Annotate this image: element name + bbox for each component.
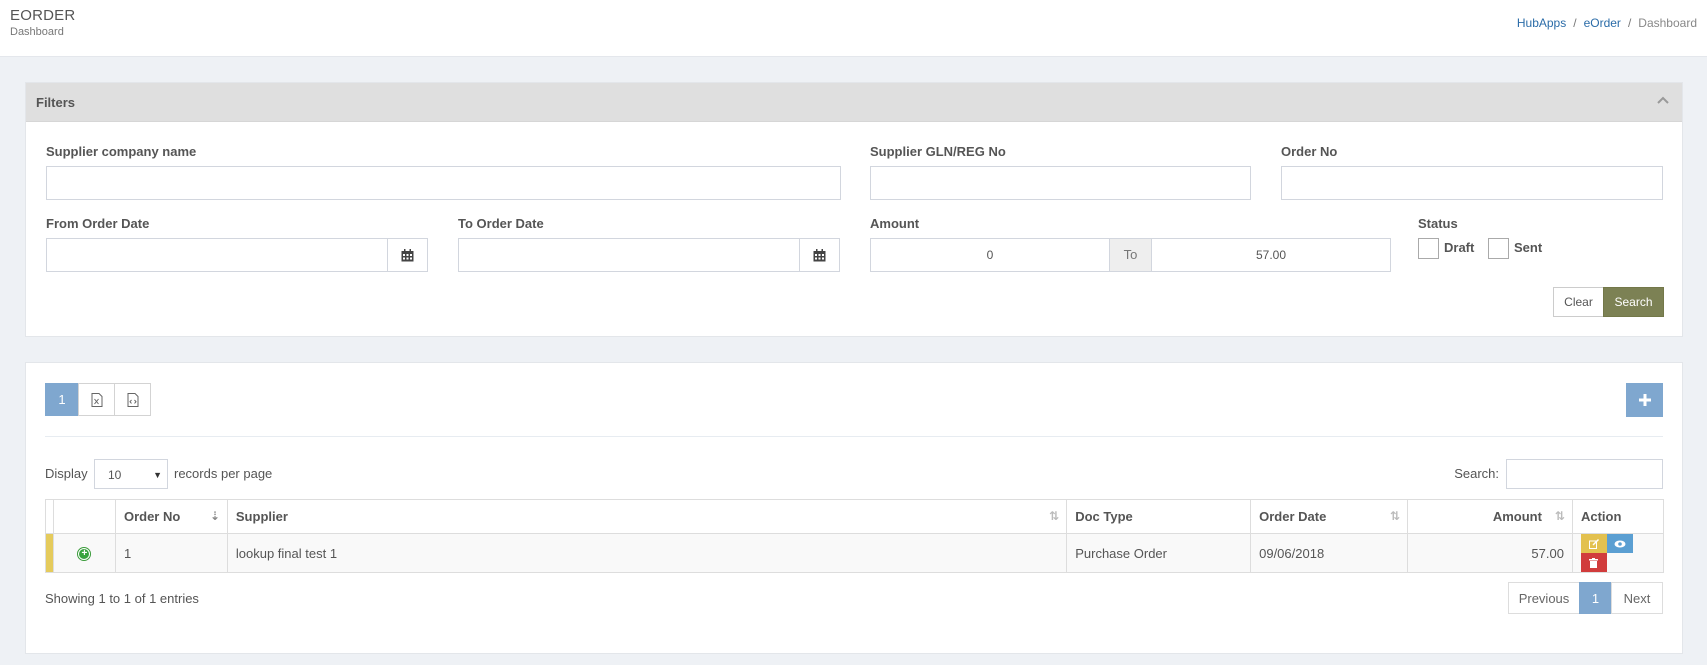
results-panel: 1 Display 10 ▼ records per page Search: … [25, 362, 1683, 654]
top-bar: EORDER Dashboard HubApps / eOrder / Dash… [0, 0, 1707, 57]
breadcrumb-current: Dashboard [1638, 16, 1697, 30]
page-number-button[interactable]: 1 [45, 383, 79, 416]
excel-file-icon[interactable] [78, 383, 115, 416]
order-no-label: Order No [1281, 144, 1338, 159]
status-sent-label: Sent [1514, 240, 1543, 255]
edit-icon[interactable] [1580, 534, 1607, 553]
previous-page-button[interactable]: Previous [1508, 582, 1580, 614]
column-action: Action [1571, 499, 1665, 534]
sort-icon[interactable]: ⇅ [1390, 509, 1400, 523]
marker-header [45, 499, 54, 534]
status-sent-checkbox[interactable] [1488, 238, 1509, 259]
chevron-up-icon[interactable] [1654, 92, 1672, 110]
column-order-no-label: Order No [123, 509, 181, 524]
table-row: + 1 lookup final test 1 Purchase Order 0… [45, 533, 1665, 573]
code-file-icon[interactable] [114, 383, 151, 416]
column-order-date-label: Order Date [1259, 509, 1327, 524]
column-doc-type-label: Doc Type [1075, 509, 1133, 524]
app-subtitle: Dashboard [10, 26, 64, 38]
status-label: Status [1418, 216, 1458, 231]
cell-order-no: 1 [114, 533, 228, 573]
sort-desc-icon[interactable]: ⇣ [210, 509, 220, 523]
plus-icon[interactable] [1626, 383, 1663, 417]
table-search-input[interactable] [1506, 459, 1663, 489]
display-label: Display [45, 466, 88, 481]
status-draft-checkbox[interactable] [1418, 238, 1439, 259]
expand-row-icon[interactable]: + [77, 546, 92, 561]
supplier-gln-label: Supplier GLN/REG No [870, 144, 1006, 159]
search-button[interactable]: Search [1603, 287, 1664, 317]
column-supplier-label: Supplier [235, 509, 288, 524]
records-per-page-value: 10 [108, 468, 122, 482]
pagination: Previous 1 Next [1508, 582, 1663, 614]
expand-header [52, 499, 116, 534]
column-order-no[interactable]: Order No ⇣ [114, 499, 228, 534]
status-draft-label: Draft [1444, 240, 1475, 255]
table-header-row: Order No ⇣ Supplier ⇅ Doc Type Order Dat… [45, 499, 1665, 534]
breadcrumb-separator: / [1627, 16, 1632, 30]
filters-panel: Filters Supplier company name Supplier G… [25, 82, 1683, 337]
column-order-date[interactable]: Order Date ⇅ [1250, 499, 1409, 534]
breadcrumb-hubapps[interactable]: HubApps [1517, 16, 1566, 30]
column-amount-label: Amount [1492, 509, 1542, 524]
row-status-marker [45, 533, 54, 573]
calendar-icon[interactable] [388, 238, 428, 272]
divider [45, 436, 1663, 437]
cell-order-date: 09/06/2018 [1250, 533, 1409, 573]
column-doc-type: Doc Type [1066, 499, 1252, 534]
next-page-button[interactable]: Next [1611, 582, 1663, 614]
sort-icon[interactable]: ⇅ [1049, 509, 1059, 523]
from-date-label: From Order Date [46, 216, 150, 231]
order-no-input[interactable] [1281, 166, 1663, 200]
calendar-icon[interactable] [800, 238, 840, 272]
cell-actions [1571, 533, 1665, 573]
from-date-input[interactable] [46, 238, 388, 272]
expand-cell: + [52, 533, 116, 573]
orders-table: Order No ⇣ Supplier ⇅ Doc Type Order Dat… [45, 499, 1665, 573]
clear-button[interactable]: Clear [1553, 287, 1604, 317]
breadcrumb-eorder[interactable]: eOrder [1584, 16, 1621, 30]
eye-icon[interactable] [1606, 534, 1633, 553]
amount-label: Amount [870, 216, 920, 231]
column-supplier[interactable]: Supplier ⇅ [226, 499, 1068, 534]
amount-to-input[interactable] [1151, 238, 1391, 272]
supplier-gln-input[interactable] [870, 166, 1251, 200]
trash-icon[interactable] [1580, 553, 1607, 572]
cell-amount: 57.00 [1407, 533, 1573, 573]
page-1-button[interactable]: 1 [1579, 582, 1612, 614]
table-search-label: Search: [1454, 466, 1499, 481]
sort-icon[interactable]: ⇅ [1555, 509, 1565, 523]
cell-supplier: lookup final test 1 [226, 533, 1068, 573]
supplier-name-input[interactable] [46, 166, 841, 200]
column-amount[interactable]: Amount ⇅ [1407, 499, 1573, 534]
amount-from-input[interactable] [870, 238, 1110, 272]
column-action-label: Action [1580, 509, 1622, 524]
breadcrumb-separator: / [1573, 16, 1577, 30]
cell-doc-type: Purchase Order [1066, 533, 1252, 573]
to-date-input[interactable] [458, 238, 800, 272]
amount-to-addon: To [1110, 238, 1151, 272]
table-info: Showing 1 to 1 of 1 entries [45, 591, 199, 606]
supplier-name-label: Supplier company name [46, 144, 197, 159]
records-per-page-label: records per page [174, 466, 273, 481]
caret-down-icon: ▼ [153, 470, 162, 480]
filters-header[interactable]: Filters [26, 83, 1682, 122]
to-date-label: To Order Date [458, 216, 544, 231]
breadcrumb: HubApps / eOrder / Dashboard [1517, 16, 1697, 30]
app-title: EORDER [10, 7, 76, 24]
records-per-page-select[interactable]: 10 ▼ [94, 459, 168, 489]
filters-title: Filters [36, 95, 76, 110]
